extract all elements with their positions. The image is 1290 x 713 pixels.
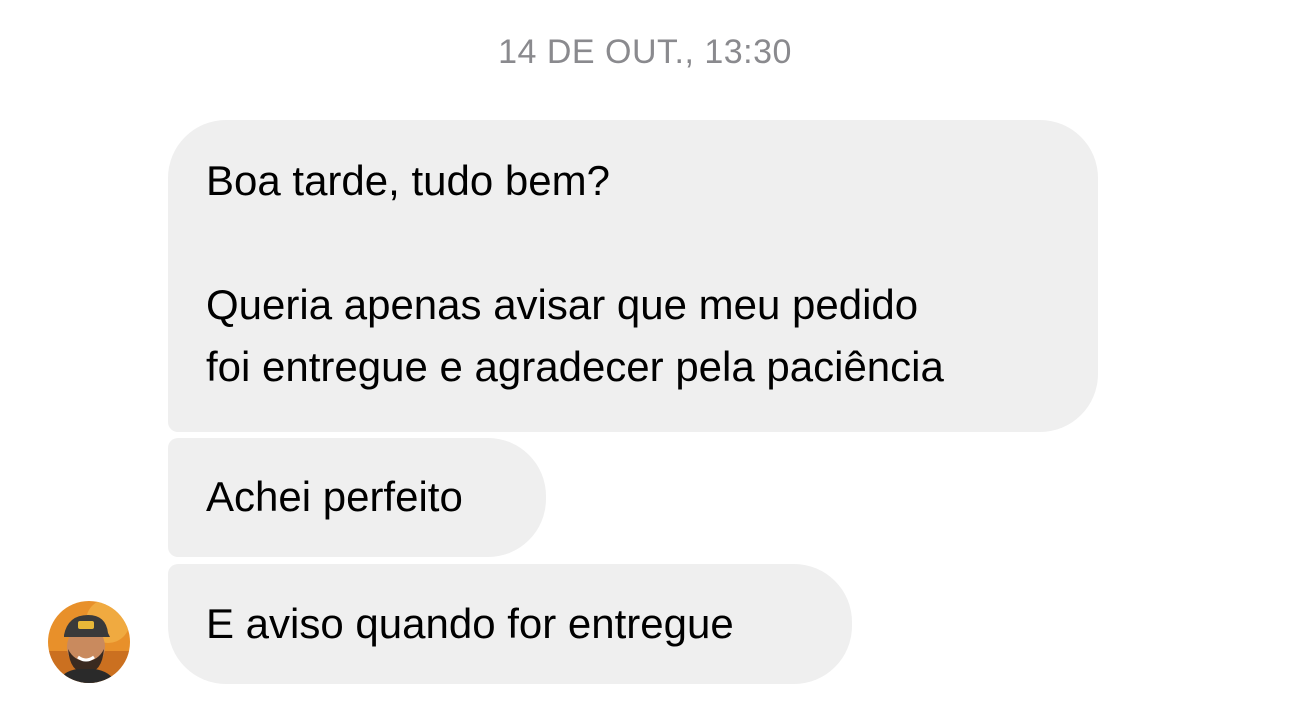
sender-avatar-icon[interactable] [48,601,130,683]
avatar-image [48,601,130,683]
message-bubble[interactable]: Boa tarde, tudo bem? Queria apenas avisa… [168,120,1098,432]
message-bubble[interactable]: Achei perfeito [168,438,546,557]
message-timestamp: 14 DE OUT., 13:30 [498,33,792,71]
message-bubble[interactable]: E aviso quando for entregue [168,564,852,684]
